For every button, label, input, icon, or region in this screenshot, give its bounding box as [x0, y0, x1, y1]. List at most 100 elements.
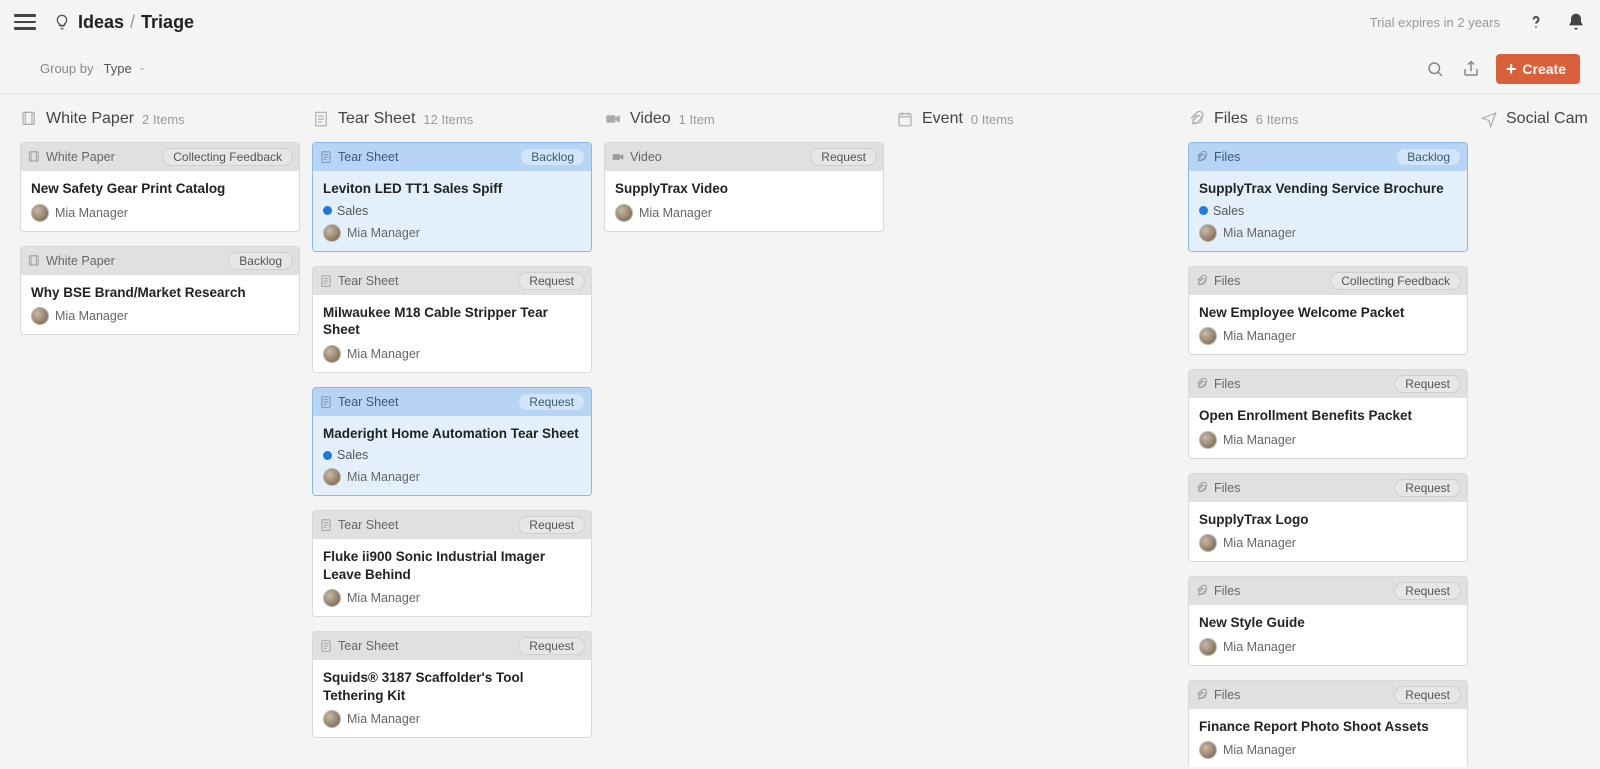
column-title: White Paper — [46, 110, 134, 128]
card-header: Tear Sheet Backlog — [313, 143, 591, 171]
help-icon[interactable] — [1526, 12, 1546, 32]
card-body: Finance Report Photo Shoot AssetsMia Man… — [1189, 709, 1467, 767]
crumb-triage[interactable]: Triage — [141, 12, 194, 33]
card-type: Video — [611, 150, 662, 164]
card-type: White Paper — [27, 254, 115, 268]
card-title: Maderight Home Automation Tear Sheet — [323, 425, 581, 443]
avatar — [1199, 431, 1217, 449]
tag-dot-icon — [323, 451, 332, 460]
card-type: Files — [1195, 377, 1240, 391]
card-header: Tear SheetRequest — [313, 267, 591, 295]
column-header[interactable]: Social Cam — [1480, 110, 1600, 128]
card[interactable]: FilesRequestNew Style GuideMia Manager — [1188, 576, 1468, 666]
card-body: New Safety Gear Print CatalogMia Manager — [21, 171, 299, 231]
avatar — [1199, 638, 1217, 656]
card-type: Files — [1195, 584, 1240, 598]
avatar — [323, 589, 341, 607]
card-body: SupplyTrax VideoMia Manager — [605, 171, 883, 231]
card-title: New Style Guide — [1199, 614, 1457, 632]
files-icon — [1188, 110, 1206, 128]
card[interactable]: White PaperBacklogWhy BSE Brand/Market R… — [20, 246, 300, 336]
column-header[interactable]: Files 6 Items — [1188, 110, 1474, 128]
card[interactable]: FilesRequestFinance Report Photo Shoot A… — [1188, 680, 1468, 767]
card-header: Tear SheetRequest — [313, 388, 591, 416]
card-body: Open Enrollment Benefits Packet Mia Manag… — [1189, 398, 1467, 458]
card-owner: Mia Manager — [1199, 741, 1457, 759]
status-badge: Backlog — [1396, 148, 1461, 166]
create-button-label: Create — [1522, 61, 1566, 77]
card[interactable]: FilesBacklogSupplyTrax Vending Service B… — [1188, 142, 1468, 252]
card-owner: Mia Manager — [323, 468, 581, 486]
card-owner: Mia Manager — [323, 589, 581, 607]
card-body: SupplyTrax LogoMia Manager — [1189, 502, 1467, 562]
card[interactable]: Tear SheetRequestSquids® 3187 Scaffolder… — [312, 631, 592, 738]
card-title: SupplyTrax Logo — [1199, 511, 1457, 529]
card-header: Video Request — [605, 143, 883, 171]
column-whitepaper: White Paper2 Items White Paper Collecting… — [20, 110, 306, 349]
hamburger-menu[interactable] — [14, 11, 36, 33]
card-header: FilesRequest — [1189, 474, 1467, 502]
status-badge: Request — [518, 516, 585, 534]
avatar — [615, 204, 633, 222]
column-title: Tear Sheet — [338, 110, 415, 128]
column-files: Files6 Items FilesBacklogSupplyTrax Vend… — [1188, 110, 1474, 767]
status-badge: Request — [1394, 686, 1461, 704]
bell-icon[interactable] — [1566, 12, 1586, 32]
search-icon[interactable] — [1426, 60, 1444, 78]
column-header[interactable]: White Paper2 Items — [20, 110, 306, 128]
card-header: FilesCollecting Feedback — [1189, 267, 1467, 295]
card-header: Files Request — [1189, 370, 1467, 398]
column-header[interactable]: Tear Sheet 12 Items — [312, 110, 598, 128]
card-tag: Sales — [1199, 204, 1457, 218]
card-owner: Mia Manager — [1199, 327, 1457, 345]
status-badge: Collecting Feedback — [162, 148, 293, 166]
card-body: New Employee Welcome PacketMia Manager — [1189, 295, 1467, 355]
column-header[interactable]: Video1 Item — [604, 110, 890, 128]
card[interactable]: FilesRequestSupplyTrax LogoMia Manager — [1188, 473, 1468, 563]
card-header: FilesRequest — [1189, 577, 1467, 605]
card-header: Tear SheetRequest — [313, 632, 591, 660]
card-owner: Mia Manager — [1199, 224, 1457, 242]
card-header: White Paper Collecting Feedback — [21, 143, 299, 171]
create-button[interactable]: + Create — [1496, 54, 1580, 84]
card-owner: Mia Manager — [1199, 431, 1457, 449]
status-badge: Backlog — [520, 148, 585, 166]
card-body: Why BSE Brand/Market ResearchMia Manager — [21, 275, 299, 335]
card-title: Milwaukee M18 Cable Stripper Tear Sheet — [323, 304, 581, 339]
column-body: Video Request SupplyTrax VideoMia Manager — [604, 142, 890, 246]
column-header[interactable]: Event0 Items — [896, 110, 1182, 128]
status-badge: Request — [1394, 375, 1461, 393]
card-title: Open Enrollment Benefits Packet — [1199, 407, 1457, 425]
card[interactable]: Tear SheetRequestMaderight Home Automati… — [312, 387, 592, 497]
status-badge: Request — [518, 637, 585, 655]
share-icon[interactable] — [1462, 60, 1480, 78]
column-title: Social Cam — [1506, 110, 1588, 128]
card[interactable]: White Paper Collecting Feedback New Safety… — [20, 142, 300, 232]
status-badge: Request — [810, 148, 877, 166]
crumb-ideas[interactable]: Ideas — [78, 12, 124, 33]
card[interactable]: Tear SheetBacklogLeviton LED TT1 Sales S… — [312, 142, 592, 252]
card-owner: Mia Manager — [31, 204, 289, 222]
card-type: Tear Sheet — [319, 150, 398, 164]
group-by-value: Type — [103, 61, 131, 76]
card-title: SupplyTrax Video — [615, 180, 873, 198]
avatar — [323, 224, 341, 242]
card[interactable]: Tear SheetRequestFluke ii900 Sonic Indus… — [312, 510, 592, 617]
column-title: Files — [1214, 110, 1248, 128]
column-social: Social Cam — [1480, 110, 1600, 142]
card-type: Files — [1195, 274, 1240, 288]
card[interactable]: Video Request SupplyTrax VideoMia Manager — [604, 142, 884, 232]
card[interactable]: FilesCollecting FeedbackNew Employee Wel… — [1188, 266, 1468, 356]
card-body: Maderight Home Automation Tear SheetSale… — [313, 416, 591, 496]
card-owner: Mia Manager — [31, 307, 289, 325]
column-count: 12 Items — [423, 112, 473, 127]
column-count: 6 Items — [1256, 112, 1299, 127]
group-by-select[interactable]: Type — [103, 61, 147, 76]
card[interactable]: Tear SheetRequestMilwaukee M18 Cable Str… — [312, 266, 592, 373]
video-icon — [604, 110, 622, 128]
card[interactable]: Files Request Open Enrollment Benefits Pac… — [1188, 369, 1468, 459]
card-body: Milwaukee M18 Cable Stripper Tear SheetM… — [313, 295, 591, 372]
card-body: SupplyTrax Vending Service BrochureSales… — [1189, 171, 1467, 251]
card-header: White PaperBacklog — [21, 247, 299, 275]
card-type: White Paper — [27, 150, 115, 164]
